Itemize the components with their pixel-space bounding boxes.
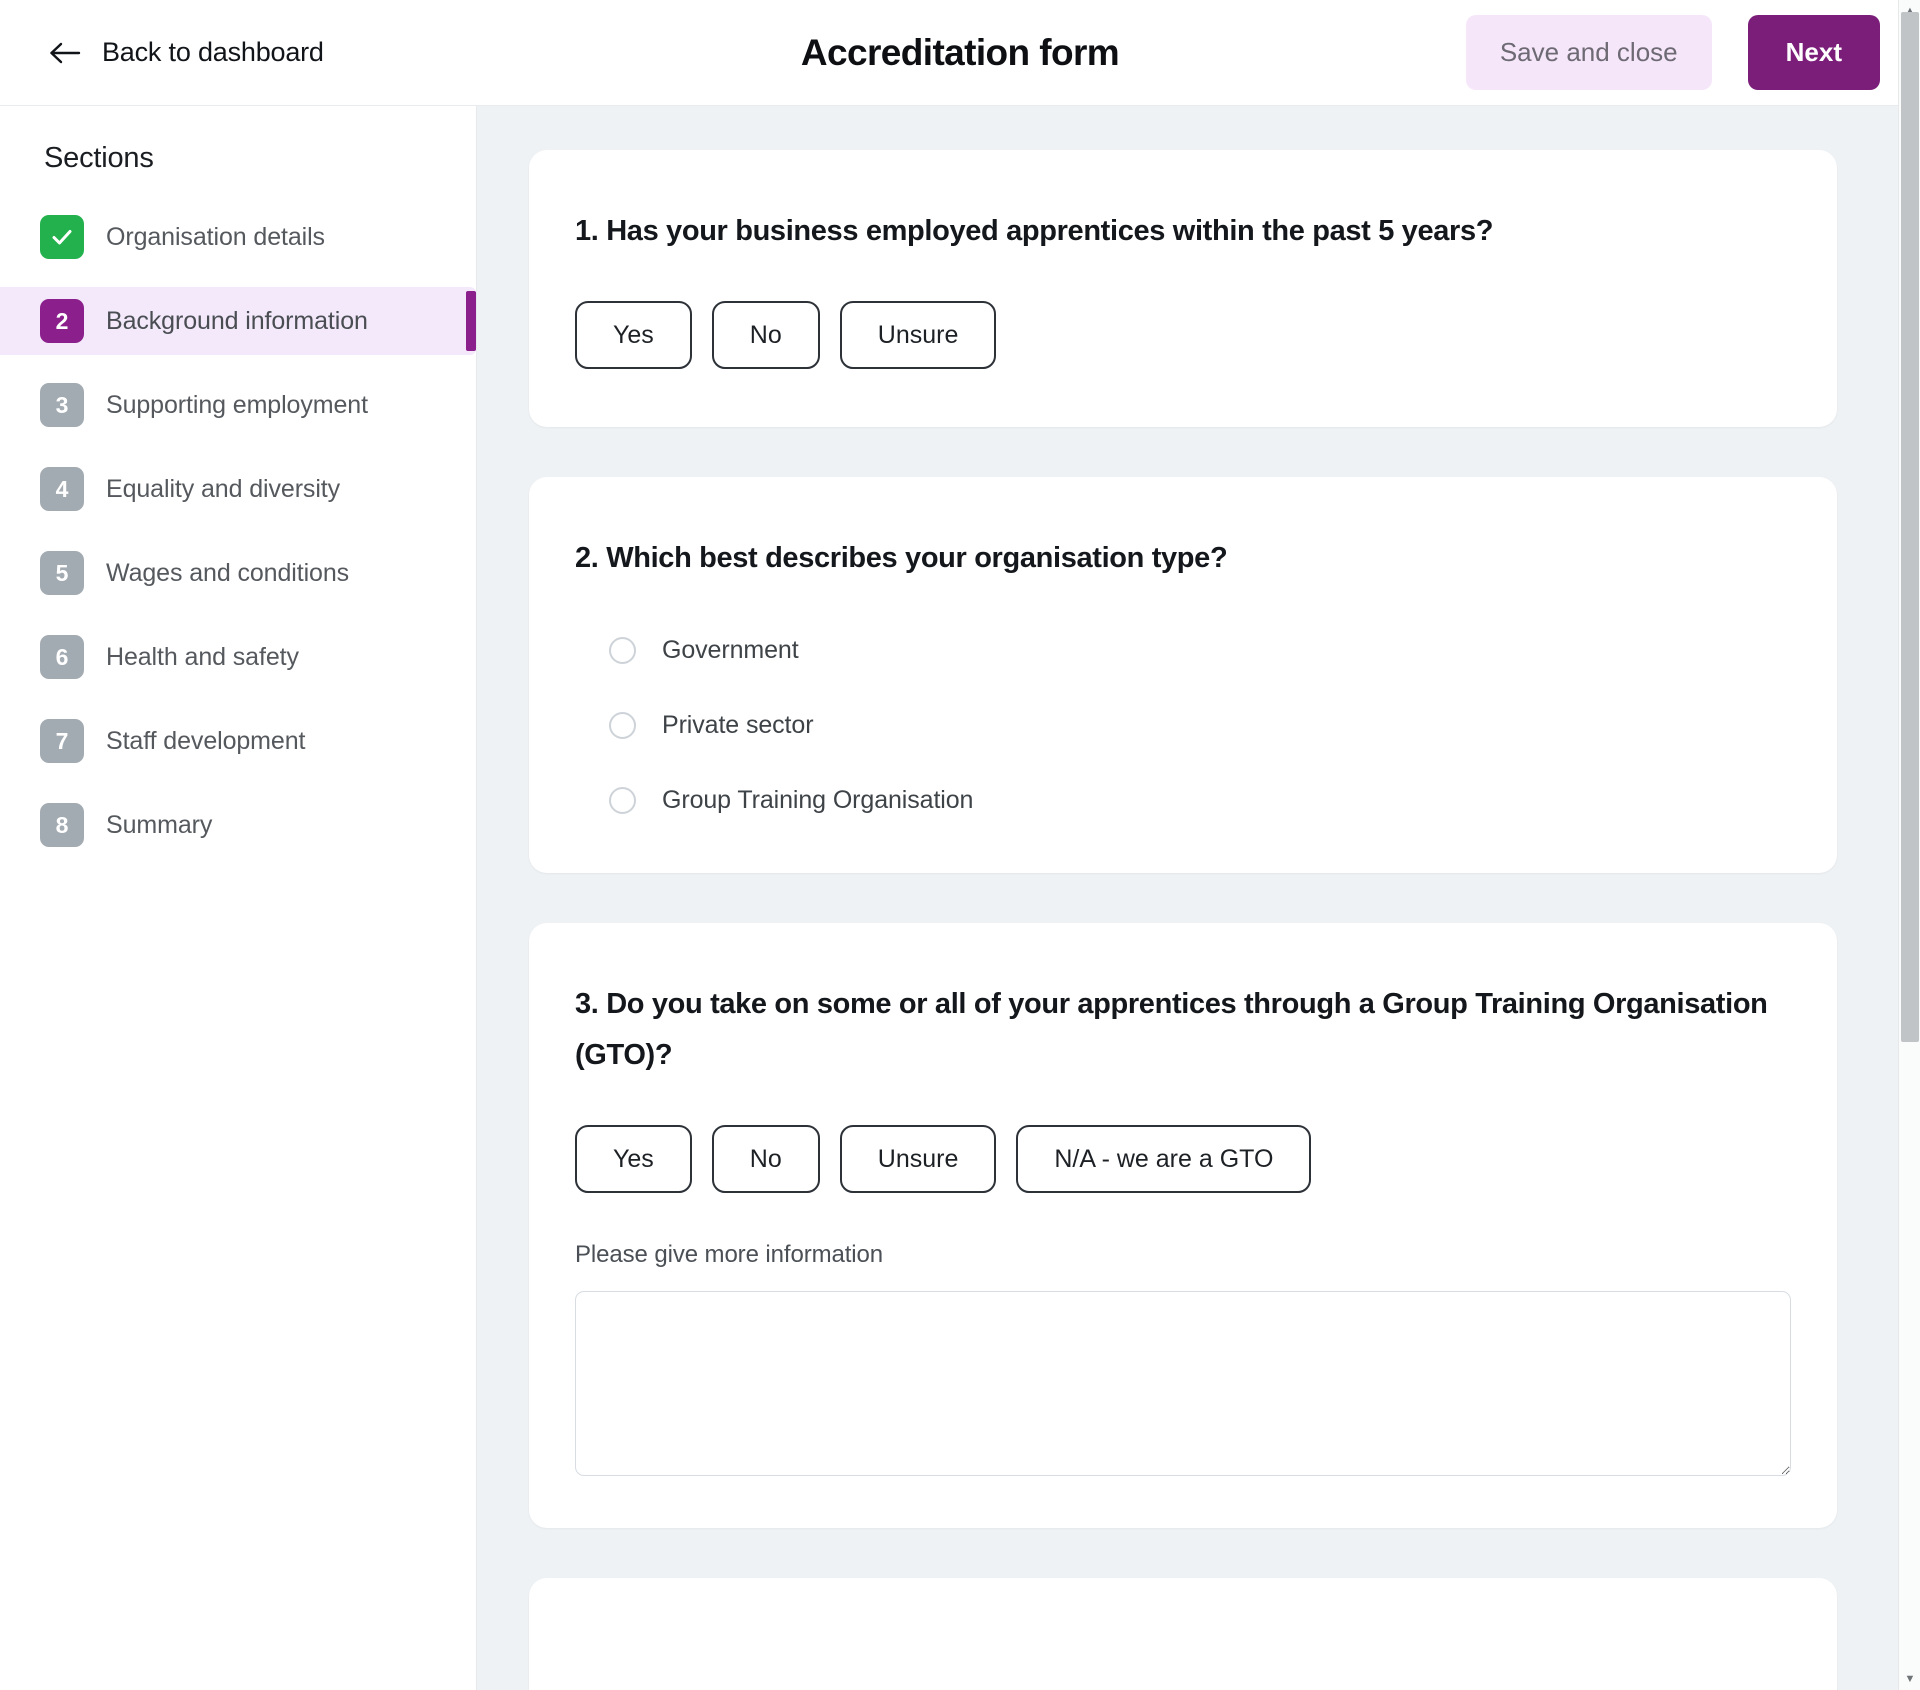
option-yes[interactable]: Yes: [575, 1125, 692, 1194]
option-unsure[interactable]: Unsure: [840, 301, 997, 370]
radio-option-private-sector[interactable]: Private sector: [609, 711, 1791, 740]
question-1-options: Yes No Unsure: [575, 301, 1791, 370]
section-number-badge: 7: [40, 719, 84, 763]
more-information-textarea[interactable]: [575, 1291, 1791, 1476]
app-header: Back to dashboard Accreditation form Sav…: [0, 0, 1920, 106]
sidebar-item-label: Organisation details: [106, 223, 325, 252]
section-number-badge: 5: [40, 551, 84, 595]
sidebar-item-equality-and-diversity[interactable]: 4 Equality and diversity: [0, 455, 476, 523]
question-2-options: Government Private sector Group Training O…: [575, 636, 1791, 815]
app-root: Back to dashboard Accreditation form Sav…: [0, 0, 1920, 1690]
vertical-scrollbar[interactable]: ▲ ▼: [1898, 0, 1920, 1690]
sidebar-nav-list: Organisation details 2 Background informat…: [0, 203, 476, 859]
sidebar-heading: Sections: [0, 126, 476, 203]
active-section-indicator: [466, 291, 476, 351]
radio-circle-icon[interactable]: [609, 712, 636, 739]
next-button[interactable]: Next: [1748, 15, 1880, 90]
sidebar-item-label: Wages and conditions: [106, 559, 349, 588]
scrollbar-thumb[interactable]: [1901, 12, 1919, 1042]
header-actions: Save and close Next: [1466, 15, 1880, 90]
questions-container: 1. Has your business employed apprentice…: [477, 150, 1897, 1690]
sidebar-item-background-information[interactable]: 2 Background information: [0, 287, 476, 355]
arrow-left-icon: [48, 40, 82, 66]
question-card-1: 1. Has your business employed apprentice…: [529, 150, 1837, 427]
question-card-4-partial: [529, 1578, 1837, 1690]
radio-option-label: Private sector: [662, 711, 813, 740]
section-number-badge: 4: [40, 467, 84, 511]
more-information-label: Please give more information: [575, 1241, 1791, 1269]
section-number-badge: 2: [40, 299, 84, 343]
page-title-text: Accreditation form: [801, 32, 1119, 74]
save-and-close-button[interactable]: Save and close: [1466, 15, 1712, 90]
question-3-options: Yes No Unsure N/A - we are a GTO: [575, 1125, 1791, 1194]
sidebar-item-label: Background information: [106, 307, 368, 336]
scroll-down-arrow[interactable]: ▼: [1899, 1668, 1920, 1690]
radio-option-label: Government: [662, 636, 799, 665]
option-yes[interactable]: Yes: [575, 301, 692, 370]
sidebar-item-label: Equality and diversity: [106, 475, 340, 504]
question-2-title: 2. Which best describes your organisatio…: [575, 533, 1791, 584]
radio-option-government[interactable]: Government: [609, 636, 1791, 665]
sidebar-item-label: Health and safety: [106, 643, 299, 672]
section-number-badge: 6: [40, 635, 84, 679]
back-to-dashboard-label: Back to dashboard: [102, 37, 324, 68]
sidebar-item-label: Supporting employment: [106, 391, 368, 420]
radio-circle-icon[interactable]: [609, 637, 636, 664]
back-to-dashboard-link[interactable]: Back to dashboard: [48, 37, 324, 68]
sidebar-item-summary[interactable]: 8 Summary: [0, 791, 476, 859]
sidebar-item-staff-development[interactable]: 7 Staff development: [0, 707, 476, 775]
radio-option-label: Group Training Organisation: [662, 786, 973, 815]
sidebar-item-health-and-safety[interactable]: 6 Health and safety: [0, 623, 476, 691]
question-card-2: 2. Which best describes your organisatio…: [529, 477, 1837, 873]
option-no[interactable]: No: [712, 301, 820, 370]
sidebar-item-label: Summary: [106, 811, 212, 840]
sidebar-item-organisation-details[interactable]: Organisation details: [0, 203, 476, 271]
sections-sidebar: Sections Organisation details 2 Background…: [0, 106, 477, 1690]
question-3-title: 3. Do you take on some or all of your ap…: [575, 979, 1791, 1081]
sidebar-item-supporting-employment[interactable]: 3 Supporting employment: [0, 371, 476, 439]
question-card-3: 3. Do you take on some or all of your ap…: [529, 923, 1837, 1528]
question-1-title: 1. Has your business employed apprentice…: [575, 206, 1791, 257]
main-content: 1. Has your business employed apprentice…: [477, 106, 1920, 1690]
sidebar-item-label: Staff development: [106, 727, 305, 756]
radio-circle-icon[interactable]: [609, 787, 636, 814]
question-3-more-info: Please give more information: [575, 1241, 1791, 1476]
option-no[interactable]: No: [712, 1125, 820, 1194]
check-icon: [40, 215, 84, 259]
option-n-a-we-are-a-gto[interactable]: N/A - we are a GTO: [1016, 1125, 1311, 1194]
sidebar-item-wages-and-conditions[interactable]: 5 Wages and conditions: [0, 539, 476, 607]
section-number-badge: 3: [40, 383, 84, 427]
section-number-badge: 8: [40, 803, 84, 847]
option-unsure[interactable]: Unsure: [840, 1125, 997, 1194]
radio-option-group-training-organisation[interactable]: Group Training Organisation: [609, 786, 1791, 815]
body-wrapper: Sections Organisation details 2 Background…: [0, 106, 1920, 1690]
